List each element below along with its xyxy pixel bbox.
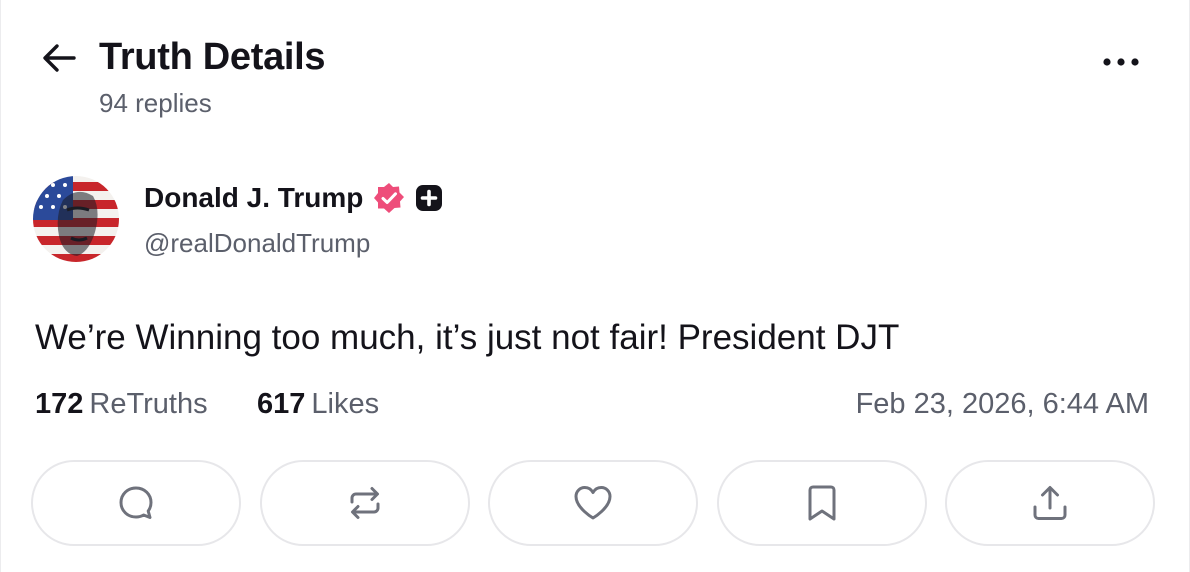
post-stats: 172 ReTruths 617 Likes Feb 23, 2026, 6:44 …	[35, 388, 1149, 428]
header: Truth Details 94 replies	[37, 30, 1153, 126]
bookmark-button[interactable]	[717, 460, 927, 546]
share-button[interactable]	[945, 460, 1155, 546]
avatar[interactable]	[33, 176, 119, 262]
likes-stat[interactable]: 617 Likes	[257, 388, 379, 421]
username-handle[interactable]: @realDonaldTrump	[144, 228, 370, 259]
truth-plus-badge-icon	[415, 184, 443, 212]
reply-count: 94 replies	[99, 88, 212, 118]
likes-label: Likes	[311, 388, 380, 420]
display-name[interactable]: Donald J. Trump	[144, 182, 363, 214]
avatar-image-icon	[33, 176, 119, 262]
arrow-left-icon	[43, 44, 76, 72]
share-icon	[1033, 486, 1067, 520]
more-horizontal-icon	[1103, 58, 1139, 66]
post-text: We’re Winning too much, it’s just not fa…	[35, 318, 900, 357]
like-button[interactable]	[488, 460, 698, 546]
retruths-stat[interactable]: 172 ReTruths	[35, 388, 208, 421]
action-bar	[31, 460, 1157, 548]
reply-icon	[119, 486, 153, 519]
back-button[interactable]	[39, 38, 79, 78]
retruths-label: ReTruths	[89, 388, 208, 420]
page-title: Truth Details	[99, 36, 326, 78]
more-options-button[interactable]	[1097, 44, 1145, 80]
like-icon	[574, 486, 612, 520]
verified-badge-icon	[373, 182, 405, 214]
truth-details-page: Truth Details 94 replies Donald J. Trump…	[0, 0, 1190, 572]
name-row: Donald J. Trump	[144, 182, 443, 214]
post-author: Donald J. Trump @realDonaldTrump	[33, 176, 733, 266]
likes-count: 617	[257, 388, 306, 420]
retruth-button[interactable]	[260, 460, 470, 546]
bookmark-icon	[808, 485, 836, 521]
reply-button[interactable]	[31, 460, 241, 546]
retruth-icon	[350, 487, 380, 519]
post-timestamp: Feb 23, 2026, 6:44 AM	[855, 388, 1149, 420]
retruths-count: 172	[35, 388, 84, 420]
